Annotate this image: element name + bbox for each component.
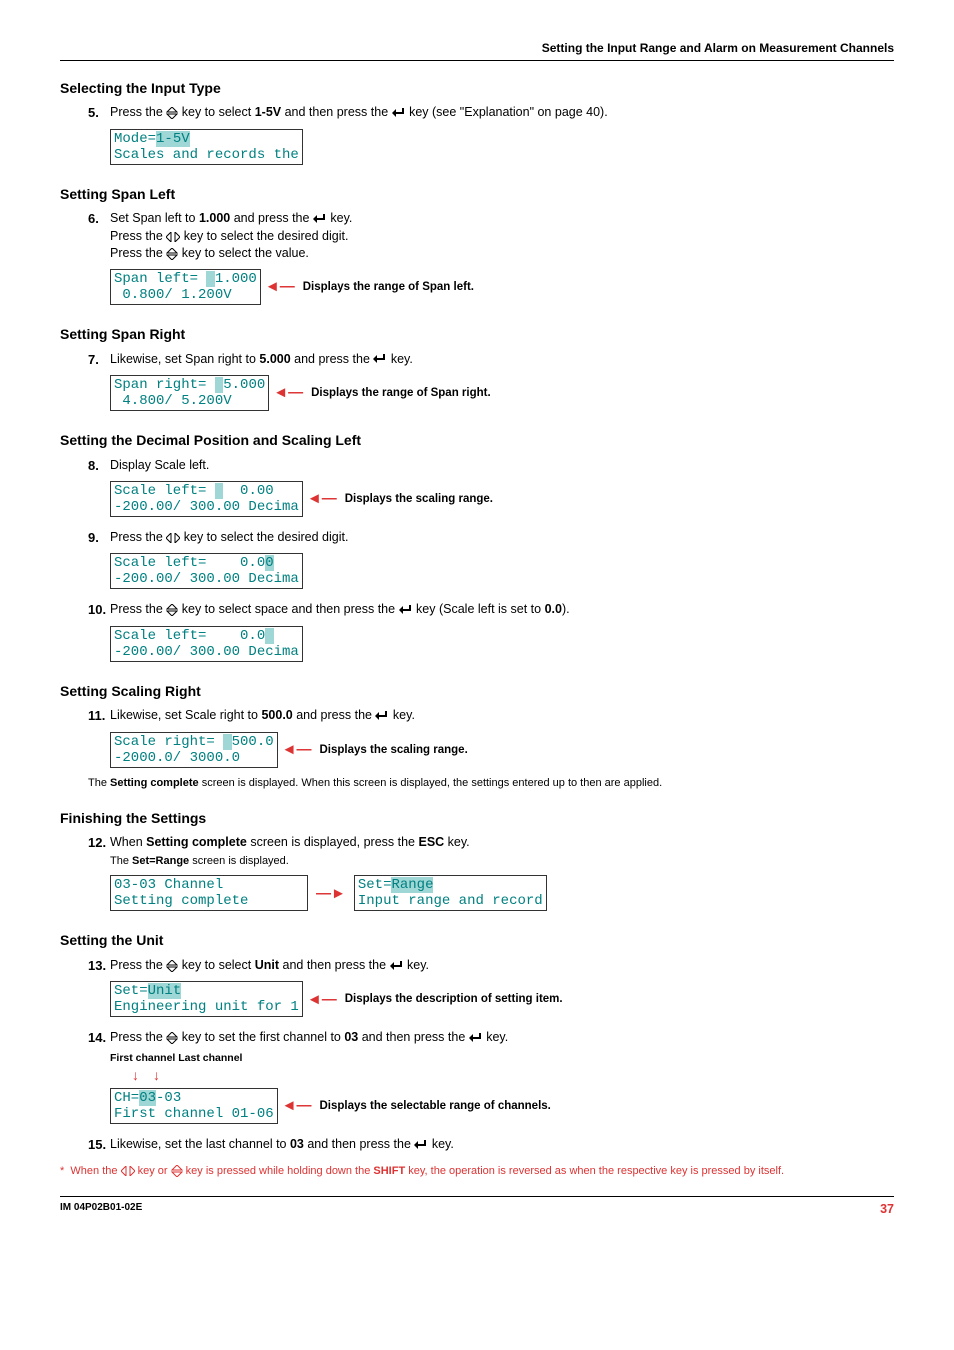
note-setting-complete: The Setting complete screen is displayed… [88, 776, 894, 791]
heading-span-left: Setting Span Left [60, 185, 894, 205]
step-num-6: 6. [88, 210, 110, 228]
heading-finish: Finishing the Settings [60, 809, 894, 829]
step-15-body: Likewise, set the last channel to 03 and… [110, 1136, 870, 1154]
step-num-10: 10. [88, 601, 110, 619]
arrow-icon: ◄— [265, 276, 295, 297]
step-num-5: 5. [88, 104, 110, 122]
arrow-right-icon: —► [316, 883, 346, 904]
step-6-body: Set Span left to 1.000 and press the key… [110, 210, 870, 263]
lcd-span-left: Span left= 1.000 0.800/ 1.200V [110, 269, 261, 305]
lcd-scale-right: Scale right= 500.0 -2000.0/ 3000.0 [110, 732, 278, 768]
arrow-icon: ◄— [273, 382, 303, 403]
arrow-icon: ◄— [307, 488, 337, 509]
step-num-14: 14. [88, 1029, 110, 1047]
up-down-icon [166, 604, 178, 616]
lcd-span-right: Span right= 5.000 4.800/ 5.200V [110, 375, 269, 411]
enter-icon [390, 961, 404, 971]
lcd-scale-left-9: Scale left= 0.00 -200.00/ 300.00 Decima [110, 553, 303, 589]
left-right-icon [166, 533, 180, 543]
arrow-icon: ◄— [307, 989, 337, 1010]
up-down-icon [171, 1165, 183, 1177]
lcd-channel: CH=03-03 First channel 01-06 [110, 1088, 278, 1124]
lcd-scale-left-8: Scale left= 0.00 -200.00/ 300.00 Decima [110, 481, 303, 517]
left-right-icon [121, 1166, 135, 1176]
heading-input-type: Selecting the Input Type [60, 79, 894, 99]
enter-icon [414, 1140, 428, 1150]
heading-unit: Setting the Unit [60, 931, 894, 951]
left-right-icon [166, 232, 180, 242]
step-num-13: 13. [88, 957, 110, 975]
enter-icon [469, 1033, 483, 1043]
lcd-set-unit: Set=Unit Engineering unit for 1 [110, 981, 303, 1017]
callout-scale-right: Displays the scaling range. [320, 742, 468, 758]
step-7-body: Likewise, set Span right to 5.000 and pr… [110, 351, 870, 369]
lcd-mode: Mode=1-5V Scales and records the [110, 129, 303, 165]
step-13-body: Press the key to select Unit and then pr… [110, 957, 870, 975]
up-down-icon [166, 1032, 178, 1044]
step-num-7: 7. [88, 351, 110, 369]
step-num-12: 12. [88, 834, 110, 852]
enter-icon [373, 354, 387, 364]
lcd-setting-complete: 03-03 Channel Setting complete [110, 875, 308, 911]
step-num-15: 15. [88, 1136, 110, 1154]
doc-id: IM 04P02B01-02E [60, 1201, 142, 1219]
step-8-body: Display Scale left. [110, 457, 870, 475]
channel-labels: First channel Last channel [110, 1051, 894, 1066]
callout-span-left: Displays the range of Span left. [303, 279, 474, 295]
up-down-icon [166, 960, 178, 972]
arrow-icon: ◄— [282, 739, 312, 760]
step-11-body: Likewise, set Scale right to 500.0 and p… [110, 707, 870, 725]
enter-icon [375, 711, 389, 721]
heading-decimal-scale-left: Setting the Decimal Position and Scaling… [60, 431, 894, 451]
enter-icon [313, 214, 327, 224]
step-14-body: Press the key to set the first channel t… [110, 1029, 870, 1047]
step-num-11: 11. [88, 707, 110, 725]
step-9-body: Press the key to select the desired digi… [110, 529, 870, 547]
callout-channel: Displays the selectable range of channel… [320, 1098, 551, 1114]
up-down-icon [166, 248, 178, 260]
arrow-icon: ◄— [282, 1095, 312, 1116]
enter-icon [392, 108, 406, 118]
heading-scale-right: Setting Scaling Right [60, 682, 894, 702]
page-header: Setting the Input Range and Alarm on Mea… [60, 40, 894, 61]
callout-span-right: Displays the range of Span right. [311, 385, 491, 401]
page-number: 37 [880, 1201, 894, 1219]
step-10-body: Press the key to select space and then p… [110, 601, 870, 619]
down-arrows: ↓↓ [110, 1066, 894, 1086]
step-num-9: 9. [88, 529, 110, 547]
footnote: * When the key or key is pressed while h… [60, 1164, 894, 1178]
step-12-body: When Setting complete screen is displaye… [110, 834, 870, 869]
heading-span-right: Setting Span Right [60, 325, 894, 345]
step-num-8: 8. [88, 457, 110, 475]
step-5-body: Press the key to select 1-5V and then pr… [110, 104, 870, 122]
callout-scale-8: Displays the scaling range. [345, 491, 493, 507]
lcd-scale-left-10: Scale left= 0.0 -200.00/ 300.00 Decima [110, 626, 303, 662]
footer: IM 04P02B01-02E 37 [60, 1196, 894, 1219]
enter-icon [399, 605, 413, 615]
callout-unit: Displays the description of setting item… [345, 991, 563, 1007]
lcd-set-range: Set=Range Input range and record [354, 875, 547, 911]
up-down-icon [166, 107, 178, 119]
